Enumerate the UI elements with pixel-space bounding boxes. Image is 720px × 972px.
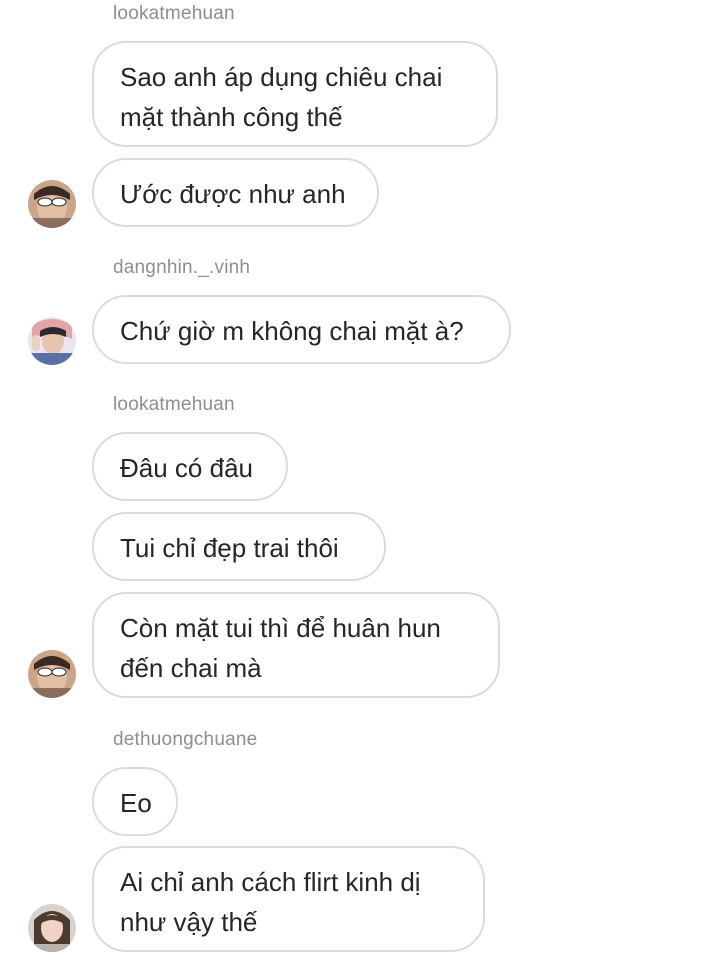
avatar-user-waving[interactable] <box>28 317 76 365</box>
avatar-user-sunglasses[interactable] <box>28 180 76 228</box>
message-bubble[interactable]: Sao anh áp dụng chiêu chai mặt thành côn… <box>92 41 498 147</box>
message-bubble[interactable]: Đâu có đâu <box>92 432 288 501</box>
message-bubble[interactable]: Eo <box>92 767 178 836</box>
message-bubble[interactable]: Ai chỉ anh cách flirt kinh dị như vậy th… <box>92 846 485 952</box>
message-bubble[interactable]: Ước được như anh <box>92 158 379 227</box>
chat-thread: { "groups": [ { "sender": "lookatmehuan"… <box>0 0 720 972</box>
message-bubble[interactable]: Chứ giờ m không chai mặt à? <box>92 295 511 364</box>
avatar-user-sunglasses[interactable] <box>28 650 76 698</box>
sender-name: dangnhin._.vinh <box>113 257 251 278</box>
sender-name: lookatmehuan <box>113 394 235 415</box>
sender-name: dethuongchuane <box>113 729 258 750</box>
avatar-user-girl[interactable] <box>28 904 76 952</box>
sender-name: lookatmehuan <box>113 3 235 24</box>
message-bubble[interactable]: Còn mặt tui thì để huân hun đến chai mà <box>92 592 500 698</box>
message-bubble[interactable]: Tui chỉ đẹp trai thôi <box>92 512 386 581</box>
